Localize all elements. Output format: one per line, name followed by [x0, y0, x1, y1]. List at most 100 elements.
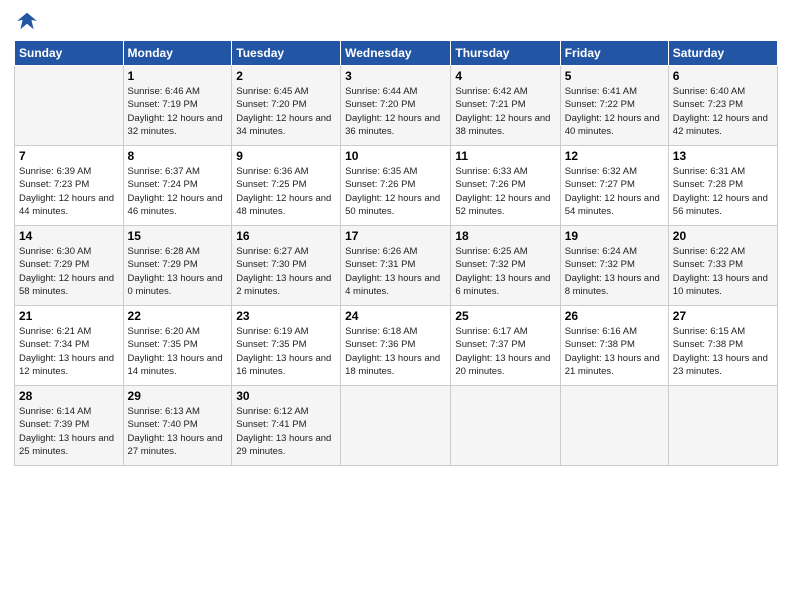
day-info: Sunrise: 6:45 AMSunset: 7:20 PMDaylight:… [236, 85, 336, 138]
calendar-cell [451, 386, 560, 466]
calendar-cell: 13Sunrise: 6:31 AMSunset: 7:28 PMDayligh… [668, 146, 777, 226]
weekday-header: Saturday [668, 41, 777, 66]
calendar-cell: 2 Sunrise: 6:45 AMSunset: 7:20 PMDaylight… [232, 66, 341, 146]
calendar-cell: 18Sunrise: 6:25 AMSunset: 7:32 PMDayligh… [451, 226, 560, 306]
calendar-cell: 10 Sunrise: 6:35 AMSunset: 7:26 PMDayligh… [341, 146, 451, 226]
calendar-cell: 17 Sunrise: 6:26 AMSunset: 7:31 PMDayligh… [341, 226, 451, 306]
day-number: 11 [455, 149, 555, 163]
day-number: 16 [236, 229, 336, 243]
day-number: 9 [236, 149, 336, 163]
day-number: 12 [565, 149, 664, 163]
day-info: Sunrise: 6:37 AMSunset: 7:24 PMDaylight:… [128, 165, 228, 218]
day-number: 29 [128, 389, 228, 403]
day-info: Sunrise: 6:32 AMSunset: 7:27 PMDaylight:… [565, 165, 664, 218]
calendar-cell [668, 386, 777, 466]
calendar-week-row: 14 Sunrise: 6:30 AMSunset: 7:29 PMDayligh… [15, 226, 778, 306]
weekday-header: Wednesday [341, 41, 451, 66]
weekday-header: Tuesday [232, 41, 341, 66]
calendar-cell: 1 Sunrise: 6:46 AMSunset: 7:19 PMDaylight… [123, 66, 232, 146]
day-number: 19 [565, 229, 664, 243]
day-number: 4 [455, 69, 555, 83]
day-number: 14 [19, 229, 119, 243]
calendar-cell: 14 Sunrise: 6:30 AMSunset: 7:29 PMDayligh… [15, 226, 124, 306]
day-number: 7 [19, 149, 119, 163]
day-number: 6 [673, 69, 773, 83]
day-info: Sunrise: 6:25 AMSunset: 7:32 PMDaylight:… [455, 245, 555, 298]
day-info: Sunrise: 6:21 AMSunset: 7:34 PMDaylight:… [19, 325, 119, 378]
day-number: 8 [128, 149, 228, 163]
calendar-cell: 29 Sunrise: 6:13 AMSunset: 7:40 PMDayligh… [123, 386, 232, 466]
day-number: 24 [345, 309, 446, 323]
calendar-cell [560, 386, 668, 466]
weekday-header: Monday [123, 41, 232, 66]
calendar-cell: 4 Sunrise: 6:42 AMSunset: 7:21 PMDaylight… [451, 66, 560, 146]
day-info: Sunrise: 6:27 AMSunset: 7:30 PMDaylight:… [236, 245, 336, 298]
calendar-cell: 21 Sunrise: 6:21 AMSunset: 7:34 PMDayligh… [15, 306, 124, 386]
day-info: Sunrise: 6:35 AMSunset: 7:26 PMDaylight:… [345, 165, 446, 218]
day-info: Sunrise: 6:15 AMSunset: 7:38 PMDaylight:… [673, 325, 773, 378]
calendar-cell: 22Sunrise: 6:20 AMSunset: 7:35 PMDayligh… [123, 306, 232, 386]
day-number: 25 [455, 309, 555, 323]
day-info: Sunrise: 6:30 AMSunset: 7:29 PMDaylight:… [19, 245, 119, 298]
day-info: Sunrise: 6:24 AMSunset: 7:32 PMDaylight:… [565, 245, 664, 298]
day-info: Sunrise: 6:20 AMSunset: 7:35 PMDaylight:… [128, 325, 228, 378]
calendar-cell: 12 Sunrise: 6:32 AMSunset: 7:27 PMDayligh… [560, 146, 668, 226]
calendar-cell: 27 Sunrise: 6:15 AMSunset: 7:38 PMDayligh… [668, 306, 777, 386]
calendar-cell: 25 Sunrise: 6:17 AMSunset: 7:37 PMDayligh… [451, 306, 560, 386]
day-info: Sunrise: 6:18 AMSunset: 7:36 PMDaylight:… [345, 325, 446, 378]
page-container: SundayMondayTuesdayWednesdayThursdayFrid… [0, 0, 792, 476]
day-info: Sunrise: 6:19 AMSunset: 7:35 PMDaylight:… [236, 325, 336, 378]
calendar-week-row: 1 Sunrise: 6:46 AMSunset: 7:19 PMDaylight… [15, 66, 778, 146]
day-info: Sunrise: 6:44 AMSunset: 7:20 PMDaylight:… [345, 85, 446, 138]
logo [14, 10, 36, 34]
day-info: Sunrise: 6:33 AMSunset: 7:26 PMDaylight:… [455, 165, 555, 218]
day-number: 5 [565, 69, 664, 83]
calendar-cell: 11 Sunrise: 6:33 AMSunset: 7:26 PMDayligh… [451, 146, 560, 226]
calendar-cell: 19 Sunrise: 6:24 AMSunset: 7:32 PMDayligh… [560, 226, 668, 306]
day-number: 3 [345, 69, 446, 83]
calendar-cell: 24 Sunrise: 6:18 AMSunset: 7:36 PMDayligh… [341, 306, 451, 386]
day-number: 27 [673, 309, 773, 323]
calendar-cell: 28Sunrise: 6:14 AMSunset: 7:39 PMDayligh… [15, 386, 124, 466]
day-info: Sunrise: 6:46 AMSunset: 7:19 PMDaylight:… [128, 85, 228, 138]
day-info: Sunrise: 6:16 AMSunset: 7:38 PMDaylight:… [565, 325, 664, 378]
day-info: Sunrise: 6:12 AMSunset: 7:41 PMDaylight:… [236, 405, 336, 458]
logo-bird-icon [16, 10, 38, 32]
day-info: Sunrise: 6:17 AMSunset: 7:37 PMDaylight:… [455, 325, 555, 378]
calendar-cell: 26 Sunrise: 6:16 AMSunset: 7:38 PMDayligh… [560, 306, 668, 386]
day-info: Sunrise: 6:31 AMSunset: 7:28 PMDaylight:… [673, 165, 773, 218]
calendar-week-row: 28Sunrise: 6:14 AMSunset: 7:39 PMDayligh… [15, 386, 778, 466]
weekday-header: Sunday [15, 41, 124, 66]
day-info: Sunrise: 6:40 AMSunset: 7:23 PMDaylight:… [673, 85, 773, 138]
day-info: Sunrise: 6:41 AMSunset: 7:22 PMDaylight:… [565, 85, 664, 138]
day-number: 17 [345, 229, 446, 243]
day-info: Sunrise: 6:42 AMSunset: 7:21 PMDaylight:… [455, 85, 555, 138]
day-info: Sunrise: 6:22 AMSunset: 7:33 PMDaylight:… [673, 245, 773, 298]
day-number: 23 [236, 309, 336, 323]
calendar-cell: 20 Sunrise: 6:22 AMSunset: 7:33 PMDayligh… [668, 226, 777, 306]
day-number: 15 [128, 229, 228, 243]
calendar-cell: 23 Sunrise: 6:19 AMSunset: 7:35 PMDayligh… [232, 306, 341, 386]
day-info: Sunrise: 6:26 AMSunset: 7:31 PMDaylight:… [345, 245, 446, 298]
calendar-cell: 9 Sunrise: 6:36 AMSunset: 7:25 PMDaylight… [232, 146, 341, 226]
day-number: 28 [19, 389, 119, 403]
calendar-cell [15, 66, 124, 146]
calendar-cell: 16 Sunrise: 6:27 AMSunset: 7:30 PMDayligh… [232, 226, 341, 306]
day-info: Sunrise: 6:13 AMSunset: 7:40 PMDaylight:… [128, 405, 228, 458]
calendar-cell [341, 386, 451, 466]
calendar-week-row: 7 Sunrise: 6:39 AMSunset: 7:23 PMDaylight… [15, 146, 778, 226]
day-number: 20 [673, 229, 773, 243]
day-number: 10 [345, 149, 446, 163]
weekday-header: Friday [560, 41, 668, 66]
day-number: 26 [565, 309, 664, 323]
calendar-table: SundayMondayTuesdayWednesdayThursdayFrid… [14, 40, 778, 466]
calendar-week-row: 21 Sunrise: 6:21 AMSunset: 7:34 PMDayligh… [15, 306, 778, 386]
day-number: 2 [236, 69, 336, 83]
weekday-header: Thursday [451, 41, 560, 66]
day-info: Sunrise: 6:36 AMSunset: 7:25 PMDaylight:… [236, 165, 336, 218]
day-number: 30 [236, 389, 336, 403]
day-info: Sunrise: 6:39 AMSunset: 7:23 PMDaylight:… [19, 165, 119, 218]
calendar-cell: 6 Sunrise: 6:40 AMSunset: 7:23 PMDaylight… [668, 66, 777, 146]
day-number: 21 [19, 309, 119, 323]
day-number: 1 [128, 69, 228, 83]
